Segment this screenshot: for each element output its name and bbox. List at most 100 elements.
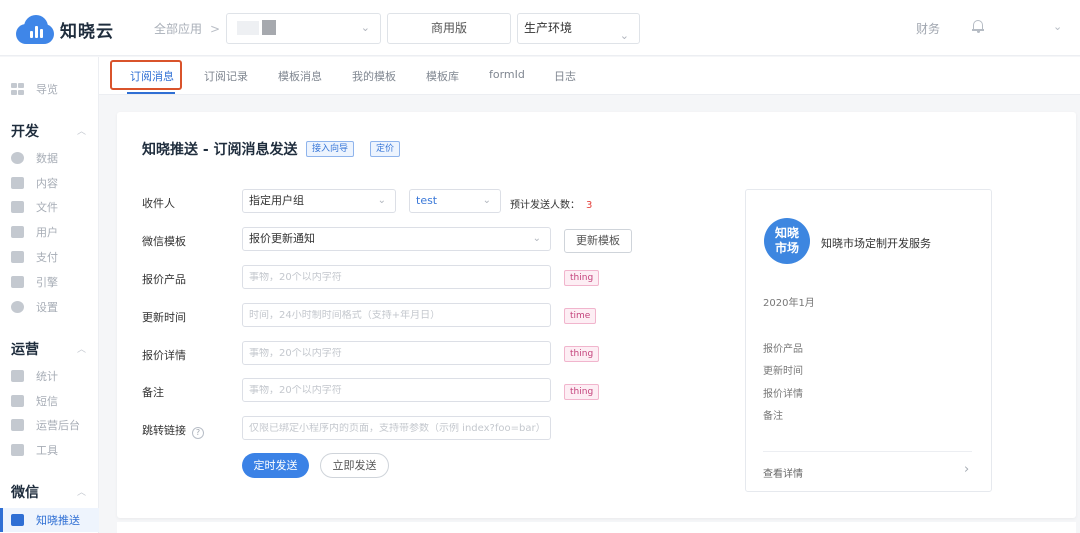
user-group-select[interactable]: test ⌄: [409, 189, 501, 213]
sidebar-item-label: 内容: [36, 177, 58, 190]
masked-app-name-block: [262, 20, 276, 35]
type-tag: thing: [564, 346, 600, 362]
link-input-box[interactable]: [242, 416, 551, 440]
recipient-select[interactable]: 指定用户组 ⌄: [242, 189, 396, 213]
sidebar-item-label: 导览: [36, 83, 58, 96]
template-value: 报价更新通知: [249, 232, 315, 245]
wrench-icon: [11, 444, 24, 456]
field-label: 备注: [142, 386, 164, 399]
send-now-button[interactable]: 立即发送: [320, 453, 389, 478]
console-icon: [11, 419, 24, 431]
detail-input[interactable]: [249, 348, 550, 359]
all-apps-link[interactable]: 全部应用 >: [154, 20, 220, 37]
link-label-text: 跳转链接: [142, 424, 186, 437]
tab-template-message[interactable]: 模板消息: [278, 68, 322, 84]
collapse-caret-icon[interactable]: ︿: [77, 124, 86, 137]
scheduled-send-button[interactable]: 定时发送: [242, 453, 309, 478]
type-tag: time: [564, 308, 597, 324]
preview-field: 报价详情: [763, 389, 803, 400]
field-label: 报价产品: [142, 273, 186, 286]
template-label: 微信模板: [142, 235, 186, 248]
sidebar-item-label: 数据: [36, 152, 58, 165]
sidebar-section-ops[interactable]: 运营: [11, 339, 39, 359]
bar-chart-icon: [11, 370, 24, 382]
remark-input[interactable]: [249, 385, 550, 396]
sidebar-item-overview[interactable]: 导览: [11, 81, 58, 97]
tab-subscribe-message[interactable]: 订阅消息: [130, 68, 174, 84]
cloud-logo-icon: [16, 14, 54, 44]
link-label: 跳转链接?: [142, 422, 204, 439]
time-input[interactable]: [249, 310, 550, 321]
document-icon: [11, 177, 24, 189]
tab-logs[interactable]: 日志: [554, 68, 576, 84]
tab-formid[interactable]: formId: [489, 68, 525, 81]
link-input[interactable]: [249, 423, 550, 434]
send-form-card: 知晓推送 - 订阅消息发送 接入向导 定价 收件人 指定用户组 ⌄ test ⌄…: [117, 112, 1076, 518]
service-name: 知晓市场定制开发服务: [821, 237, 931, 250]
remark-input-box[interactable]: [242, 378, 551, 402]
sidebar-item-payment[interactable]: 支付: [11, 249, 58, 265]
sidebar: 导览 开发 ︿ 数据 内容 文件 用户 支付 引擎 设置 运营 ︿ 统计 短信 …: [0, 57, 99, 533]
sidebar-item-label: 支付: [36, 251, 58, 264]
gear-icon: [11, 301, 24, 313]
tab-subscribe-records[interactable]: 订阅记录: [204, 68, 248, 84]
user-group-value: test: [416, 194, 438, 207]
sidebar-item-push[interactable]: 知晓推送: [0, 508, 99, 532]
sidebar-item-tools[interactable]: 工具: [11, 442, 58, 458]
trend-icon: [11, 276, 24, 288]
grid-icon: [11, 83, 24, 95]
help-icon[interactable]: ?: [192, 427, 204, 439]
sidebar-item-label: 引擎: [36, 276, 58, 289]
mail-icon: [11, 395, 24, 407]
sidebar-item-ops-console[interactable]: 运营后台: [11, 417, 80, 433]
service-logo: 知晓 市场: [764, 218, 810, 264]
user-menu-chevron-icon[interactable]: ⌄: [1053, 20, 1062, 33]
estimated-label: 预计发送人数：: [510, 200, 580, 211]
field-label: 报价详情: [142, 349, 186, 362]
update-template-button[interactable]: 更新模板: [564, 229, 632, 253]
sidebar-item-settings[interactable]: 设置: [11, 299, 58, 315]
estimated-count: 3: [586, 200, 593, 211]
app-logo[interactable]: 知晓云: [16, 14, 114, 44]
sidebar-section-dev[interactable]: 开发: [11, 121, 39, 141]
sidebar-item-files[interactable]: 文件: [11, 199, 58, 215]
template-select[interactable]: 报价更新通知 ⌄: [242, 227, 551, 251]
divider: [763, 451, 972, 452]
pricing-tag[interactable]: 定价: [370, 141, 401, 157]
detail-input-box[interactable]: [242, 341, 551, 365]
app-select[interactable]: ⌄: [226, 13, 381, 44]
wallet-icon: [11, 251, 24, 263]
sidebar-item-content[interactable]: 内容: [11, 175, 58, 191]
tab-my-templates[interactable]: 我的模板: [352, 68, 396, 84]
chevron-right-icon: >: [210, 22, 221, 36]
estimated-recipients: 预计发送人数： 3: [510, 196, 592, 211]
sidebar-item-label: 设置: [36, 301, 58, 314]
sidebar-item-label: 文件: [36, 201, 58, 214]
sidebar-item-data[interactable]: 数据: [11, 150, 58, 166]
edition-badge[interactable]: 商用版: [387, 13, 511, 44]
product-input-box[interactable]: [242, 265, 551, 289]
sidebar-item-engine[interactable]: 引擎: [11, 274, 58, 290]
guide-tag[interactable]: 接入向导: [306, 141, 355, 157]
view-details-link[interactable]: 查看详情: [763, 465, 803, 480]
environment-select[interactable]: 生产环境 ⌄: [517, 13, 640, 44]
bell-icon[interactable]: [972, 19, 984, 33]
sidebar-item-stats[interactable]: 统计: [11, 368, 58, 384]
chevron-down-icon: ⌄: [360, 21, 370, 34]
sidebar-item-label: 用户: [36, 226, 58, 239]
logo-line-1: 知晓: [774, 226, 799, 240]
tab-bar: 订阅消息 订阅记录 模板消息 我的模板 模板库 formId 日志: [99, 57, 1080, 95]
sidebar-section-wechat[interactable]: 微信: [11, 482, 39, 502]
app-name: 知晓云: [60, 21, 114, 42]
finance-link[interactable]: 财务: [916, 20, 940, 37]
all-apps-label: 全部应用: [154, 22, 203, 36]
chevron-right-icon[interactable]: ›: [964, 462, 969, 477]
tab-template-library[interactable]: 模板库: [426, 68, 459, 84]
collapse-caret-icon[interactable]: ︿: [77, 342, 86, 355]
collapse-caret-icon[interactable]: ︿: [77, 485, 86, 498]
product-input[interactable]: [249, 272, 550, 283]
time-input-box[interactable]: [242, 303, 551, 327]
sidebar-item-sms[interactable]: 短信: [11, 393, 58, 409]
preview-date: 2020年1月: [763, 298, 815, 309]
sidebar-item-users[interactable]: 用户: [11, 224, 58, 240]
